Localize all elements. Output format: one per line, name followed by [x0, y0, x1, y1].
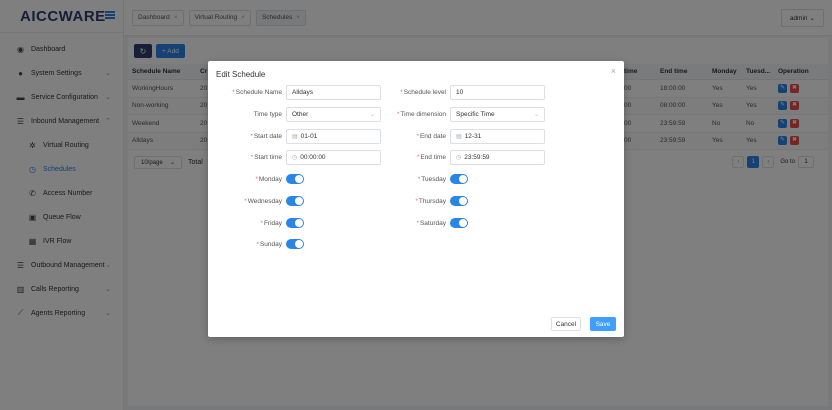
field-friday: *Friday [208, 218, 304, 228]
schedule-level-input[interactable]: 10 [450, 85, 545, 100]
field-start-time: *Start time ◷ 00:00:00 [208, 150, 381, 165]
wednesday-switch[interactable] [286, 196, 304, 206]
field-thursday: *Thursday [380, 196, 468, 206]
start-date-picker[interactable]: ▤ 01-01 [286, 129, 381, 144]
field-end-date: *End date ▤ 12-31 [380, 129, 545, 144]
field-start-date: *Start date ▤ 01-01 [208, 129, 381, 144]
end-date-picker[interactable]: ▤ 12-31 [450, 129, 545, 144]
end-time-picker[interactable]: ◷ 23:59:59 [450, 150, 545, 165]
time-type-select[interactable]: Other ⌄ [286, 107, 381, 122]
cancel-button[interactable]: Cancel [551, 317, 581, 331]
field-wednesday: *Wednesday [208, 196, 304, 206]
thursday-switch[interactable] [450, 196, 468, 206]
start-time-picker[interactable]: ◷ 00:00:00 [286, 150, 381, 165]
monday-switch[interactable] [286, 174, 304, 184]
field-time-type: Time type Other ⌄ [208, 107, 381, 122]
calendar-icon: ▤ [456, 134, 462, 140]
chevron-down-icon: ⌄ [369, 112, 375, 118]
calendar-icon: ▤ [292, 134, 298, 140]
clock-icon: ◷ [456, 155, 462, 161]
saturday-switch[interactable] [450, 218, 468, 228]
field-saturday: *Saturday [380, 218, 468, 228]
field-sunday: *Sunday [208, 239, 304, 249]
field-tuesday: *Tuesday [380, 174, 468, 184]
field-schedule-level: *Schedule level 10 [380, 85, 545, 100]
field-schedule-name: *Schedule Name Alldays [208, 85, 381, 100]
close-icon[interactable]: × [611, 66, 616, 76]
schedule-name-input[interactable]: Alldays [286, 85, 381, 100]
dialog-title: Edit Schedule [216, 70, 266, 79]
save-button[interactable]: Save [590, 317, 616, 331]
tuesday-switch[interactable] [450, 174, 468, 184]
field-time-dimension: *Time dimension Specific Time ⌄ [380, 107, 545, 122]
time-dimension-select[interactable]: Specific Time ⌄ [450, 107, 545, 122]
friday-switch[interactable] [286, 218, 304, 228]
clock-icon: ◷ [292, 155, 298, 161]
field-monday: *Monday [208, 174, 304, 184]
sunday-switch[interactable] [286, 239, 304, 249]
edit-schedule-dialog: Edit Schedule × *Schedule Name Alldays *… [208, 61, 624, 337]
field-end-time: *End time ◷ 23:59:59 [380, 150, 545, 165]
chevron-down-icon: ⌄ [533, 112, 539, 118]
